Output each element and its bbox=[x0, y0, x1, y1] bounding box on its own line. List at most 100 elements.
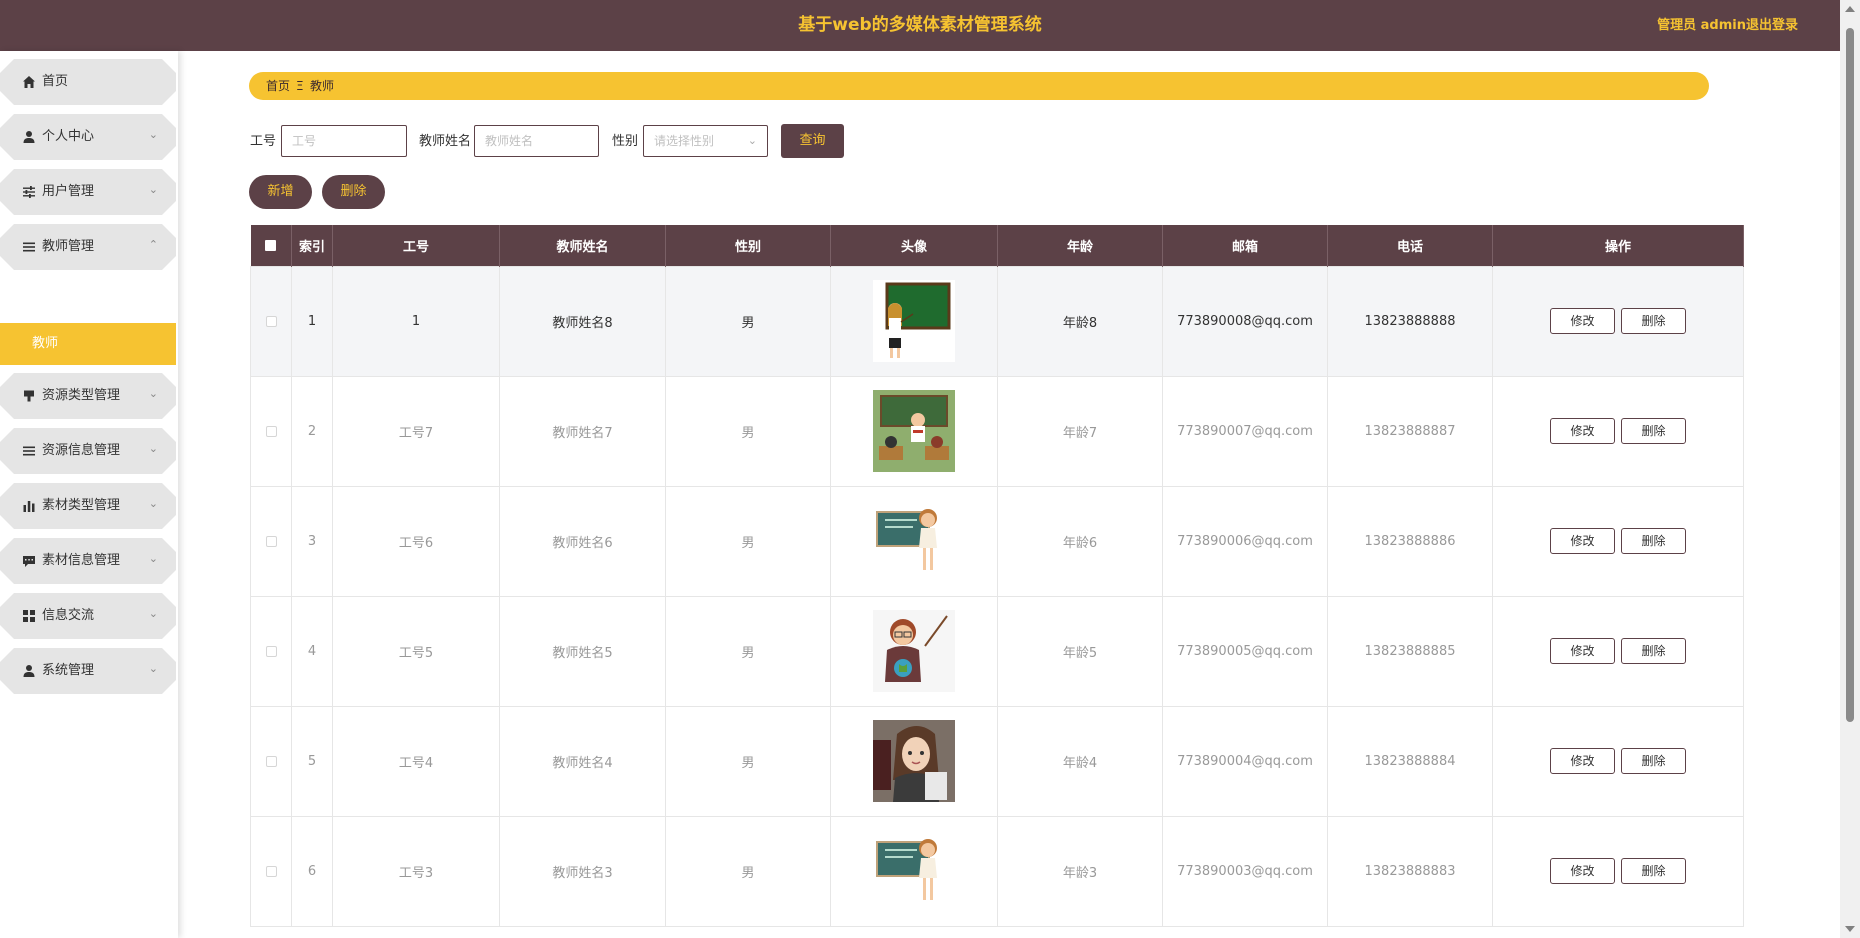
sidebar-item-material-types[interactable]: 素材类型管理 ⌄ bbox=[0, 483, 176, 529]
chevron-down-icon: ⌄ bbox=[148, 387, 158, 400]
avatar bbox=[873, 500, 955, 582]
age-cell: 年龄4 bbox=[997, 705, 1163, 817]
sidebar-item-personal[interactable]: 个人中心 ⌄ bbox=[0, 114, 176, 160]
index-cell: 4 bbox=[291, 595, 333, 707]
avatar-cell bbox=[830, 265, 998, 377]
sidebar-item-users[interactable]: 用户管理 ⌄ bbox=[0, 169, 176, 215]
gender-cell: 男 bbox=[665, 595, 831, 707]
delete-button[interactable]: 删除 bbox=[1621, 858, 1686, 884]
user-icon bbox=[22, 130, 36, 144]
sidebar-item-resource-types[interactable]: 资源类型管理 ⌄ bbox=[0, 373, 176, 419]
select-all-checkbox[interactable] bbox=[265, 239, 277, 251]
index-cell: 2 bbox=[291, 375, 333, 487]
avatar bbox=[873, 280, 955, 362]
sidebar-item-material-info[interactable]: 素材信息管理 ⌄ bbox=[0, 538, 176, 584]
name-cell: 教师姓名5 bbox=[499, 595, 666, 707]
grid-icon bbox=[22, 609, 36, 623]
index-cell: 3 bbox=[291, 485, 333, 597]
avatar bbox=[873, 830, 955, 912]
row-checkbox[interactable] bbox=[265, 755, 277, 767]
select-all-header[interactable] bbox=[250, 225, 292, 266]
sidebar-item-resource-info[interactable]: 资源信息管理 ⌄ bbox=[0, 428, 176, 474]
row-checkbox[interactable] bbox=[265, 425, 277, 437]
sidebar-item-exchange[interactable]: 信息交流 ⌄ bbox=[0, 593, 176, 639]
batch-delete-button[interactable]: 删除 bbox=[322, 175, 385, 209]
table-row: 2 工号7 教师姓名7 男 年龄7 773890007@qq.com 13823888887… bbox=[250, 375, 1744, 487]
phone-cell: 13823888883 bbox=[1327, 815, 1493, 927]
row-select-cell[interactable] bbox=[250, 375, 292, 487]
avatar-cell bbox=[830, 705, 998, 817]
phone-cell: 13823888886 bbox=[1327, 485, 1493, 597]
list-icon bbox=[22, 240, 36, 254]
chevron-down-icon: ⌄ bbox=[148, 128, 158, 141]
row-select-cell[interactable] bbox=[250, 595, 292, 707]
logout-button[interactable]: 退出登录 bbox=[1746, 0, 1798, 51]
row-select-cell[interactable] bbox=[250, 485, 292, 597]
scroll-thumb[interactable] bbox=[1846, 28, 1854, 722]
teacher-table: 索引 工号 教师姓名 性别 头像 年龄 邮箱 电话 操作 1 1 教师姓名8 男年龄8… bbox=[250, 225, 1744, 927]
avatar-cell bbox=[830, 595, 998, 707]
bar-chart-icon bbox=[22, 499, 36, 513]
gender-select-placeholder: 请选择性别 bbox=[654, 134, 715, 148]
edit-button[interactable]: 修改 bbox=[1550, 308, 1615, 334]
edit-button[interactable]: 修改 bbox=[1550, 638, 1615, 664]
sidebar-subitem-teacher[interactable]: 教师 bbox=[0, 323, 176, 365]
row-select-cell[interactable] bbox=[250, 705, 292, 817]
name-label: 教师姓名 bbox=[419, 134, 472, 149]
stamp-icon bbox=[22, 389, 36, 403]
sidebar-item-home[interactable]: 首页 bbox=[0, 59, 176, 105]
page-scrollbar[interactable] bbox=[1840, 0, 1860, 938]
table-row: 1 1 教师姓名8 男年龄8 773890008@qq.com 13823888888 修改… bbox=[250, 265, 1744, 377]
delete-button[interactable]: 删除 bbox=[1621, 638, 1686, 664]
delete-button[interactable]: 删除 bbox=[1621, 418, 1686, 444]
row-checkbox[interactable] bbox=[265, 315, 277, 327]
id-search-input[interactable] bbox=[281, 125, 407, 157]
sidebar-item-label: 资源信息管理 bbox=[42, 443, 121, 458]
age-cell: 年龄8 bbox=[997, 265, 1163, 377]
age-cell: 年龄3 bbox=[997, 815, 1163, 927]
edit-button[interactable]: 修改 bbox=[1550, 858, 1615, 884]
row-checkbox[interactable] bbox=[265, 865, 277, 877]
id-cell: 工号4 bbox=[332, 705, 500, 817]
avatar bbox=[873, 720, 955, 802]
row-checkbox[interactable] bbox=[265, 535, 277, 547]
top-header: 基于web的多媒体素材管理系统 管理员 admin 退出登录 bbox=[0, 0, 1840, 51]
index-cell: 1 bbox=[291, 265, 333, 377]
breadcrumb-home[interactable]: 首页 bbox=[266, 72, 290, 100]
list-icon bbox=[22, 444, 36, 458]
scroll-down-arrow-icon[interactable] bbox=[1845, 926, 1855, 932]
edit-button[interactable]: 修改 bbox=[1550, 748, 1615, 774]
delete-button[interactable]: 删除 bbox=[1621, 308, 1686, 334]
operations-cell: 修改 删除 bbox=[1492, 705, 1744, 817]
column-header: 年龄 bbox=[997, 225, 1163, 266]
delete-button[interactable]: 删除 bbox=[1621, 748, 1686, 774]
avatar-cell bbox=[830, 815, 998, 927]
avatar-cell bbox=[830, 485, 998, 597]
gender-cell: 男 bbox=[665, 815, 831, 927]
sidebar-item-system[interactable]: 系统管理 ⌄ bbox=[0, 648, 176, 694]
query-button[interactable]: 查询 bbox=[781, 124, 844, 158]
sidebar-item-label: 素材类型管理 bbox=[42, 498, 121, 513]
edit-button[interactable]: 修改 bbox=[1550, 418, 1615, 444]
add-button[interactable]: 新增 bbox=[249, 175, 312, 209]
gender-select[interactable]: 请选择性别 ⌄ bbox=[643, 125, 768, 157]
name-cell: 教师姓名6 bbox=[499, 485, 666, 597]
gender-cell: 男 bbox=[665, 265, 831, 377]
sidebar-item-teachers[interactable]: 教师管理 ⌃ bbox=[0, 224, 176, 270]
home-icon bbox=[22, 75, 36, 89]
name-search-input[interactable] bbox=[474, 125, 599, 157]
row-select-cell[interactable] bbox=[250, 815, 292, 927]
email-cell: 773890006@qq.com bbox=[1162, 485, 1328, 597]
row-checkbox[interactable] bbox=[265, 645, 277, 657]
chevron-down-icon: ⌄ bbox=[148, 183, 158, 196]
avatar bbox=[873, 390, 955, 472]
age-cell: 年龄5 bbox=[997, 595, 1163, 707]
table-row: 5 工号4 教师姓名4 男 年龄4 773890004@qq.com 13823888884… bbox=[250, 705, 1744, 817]
scroll-up-arrow-icon[interactable] bbox=[1845, 6, 1855, 12]
gender-cell: 男 bbox=[665, 375, 831, 487]
edit-button[interactable]: 修改 bbox=[1550, 528, 1615, 554]
row-select-cell[interactable] bbox=[250, 265, 292, 377]
email-cell: 773890005@qq.com bbox=[1162, 595, 1328, 707]
delete-button[interactable]: 删除 bbox=[1621, 528, 1686, 554]
chevron-down-icon: ⌄ bbox=[148, 497, 158, 510]
